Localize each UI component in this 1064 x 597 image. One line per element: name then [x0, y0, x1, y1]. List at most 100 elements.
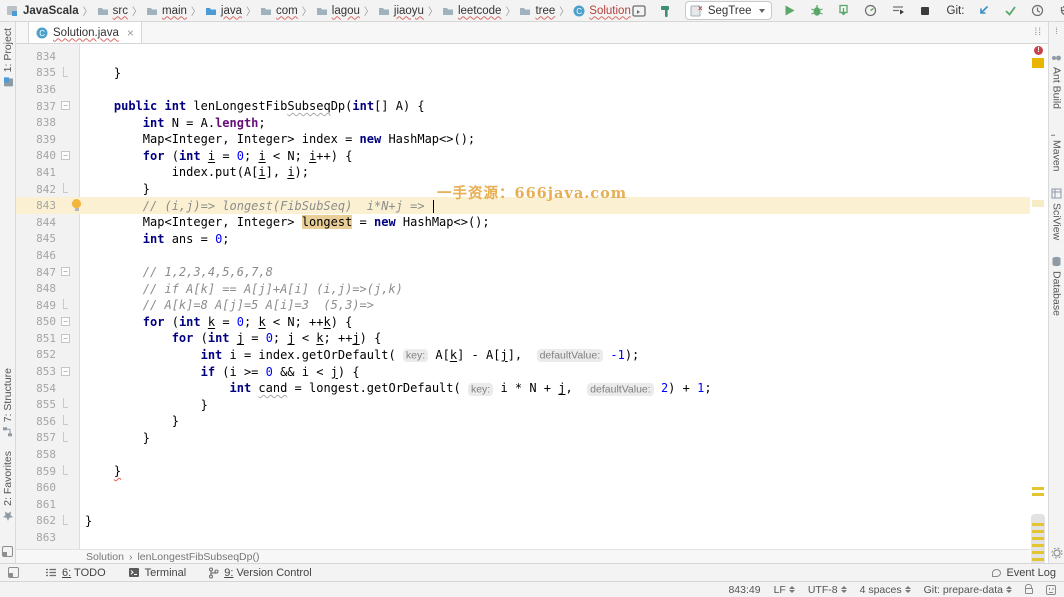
history-icon[interactable] [1028, 2, 1046, 20]
breadcrumb-item-com[interactable]: com [260, 5, 298, 17]
code-line-843[interactable]: 843 // (i,j)=> longest(FibSubSeq) i*N+j … [16, 197, 1030, 214]
line-number[interactable]: 842 [16, 183, 56, 196]
code-line-857[interactable]: 857 } [16, 430, 1030, 447]
fold-marker-icon[interactable]: − [61, 101, 70, 110]
fold-end-icon[interactable] [63, 398, 68, 408]
vcs-commit-icon[interactable] [1001, 2, 1019, 20]
stop-icon[interactable] [916, 2, 934, 20]
line-number[interactable]: 849 [16, 299, 56, 312]
line-number[interactable]: 852 [16, 348, 56, 361]
code-line-849[interactable]: 849 // A[k]=8 A[j]=5 A[i]=3 (5,3)=> [16, 297, 1030, 314]
code-line-839[interactable]: 839 Map<Integer, Integer> index = new Ha… [16, 131, 1030, 148]
build-hammer-icon[interactable] [658, 2, 676, 20]
line-number[interactable]: 862 [16, 514, 56, 527]
code-line-834[interactable]: 834 [16, 48, 1030, 65]
line-number[interactable]: 861 [16, 498, 56, 511]
breadcrumb-item-lagou[interactable]: lagou [316, 5, 360, 17]
tool-window-button-maven[interactable]: mMaven [1051, 125, 1063, 172]
open-in-tool-window-icon[interactable] [631, 2, 649, 20]
line-number[interactable]: 854 [16, 382, 56, 395]
code-line-852[interactable]: 852 int i = index.getOrDefault( key: A[k… [16, 347, 1030, 364]
tool-window-button-9-version-control[interactable]: 9: Version Control [208, 567, 311, 579]
readonly-lock-icon[interactable] [1025, 588, 1033, 594]
code-line-850[interactable]: 850− for (int k = 0; k < N; ++k) { [16, 314, 1030, 331]
tool-window-button-7-structure[interactable]: 7: Structure [2, 368, 14, 437]
fold-marker-icon[interactable]: − [61, 367, 70, 376]
code-line-835[interactable]: 835 } [16, 65, 1030, 82]
editor[interactable]: 834 835 }836 837− public int lenLongestFib… [16, 44, 1030, 549]
breadcrumb-item-leetcode[interactable]: leetcode [442, 5, 501, 17]
line-number[interactable]: 848 [16, 282, 56, 295]
line-number[interactable]: 838 [16, 116, 56, 129]
breadcrumb-item-jiaoyu[interactable]: jiaoyu [378, 5, 424, 17]
event-log-button[interactable]: Event Log [992, 567, 1056, 579]
fold-end-icon[interactable] [63, 465, 68, 475]
code-line-840[interactable]: 840− for (int i = 0; i < N; i++) { [16, 148, 1030, 165]
run-icon[interactable] [781, 2, 799, 20]
code-line-851[interactable]: 851− for (int j = 0; j < k; ++j) { [16, 330, 1030, 347]
profiler-icon[interactable] [862, 2, 880, 20]
fold-end-icon[interactable] [63, 415, 68, 425]
code-line-837[interactable]: 837− public int lenLongestFibSubseqDp(in… [16, 98, 1030, 115]
rollback-icon[interactable] [1055, 2, 1064, 20]
vcs-update-icon[interactable] [974, 2, 992, 20]
run-targets-icon[interactable] [889, 2, 907, 20]
code-line-841[interactable]: 841 index.put(A[i], i); [16, 164, 1030, 181]
fold-end-icon[interactable] [63, 299, 68, 309]
fold-marker-icon[interactable]: − [61, 334, 70, 343]
breadcrumb-item-tree[interactable]: tree [519, 5, 555, 17]
line-number[interactable]: 835 [16, 66, 56, 79]
code-line-859[interactable]: 859 } [16, 463, 1030, 480]
editor-breadcrumb-item[interactable]: Solution [86, 551, 124, 563]
fold-marker-icon[interactable]: − [61, 151, 70, 160]
code-line-855[interactable]: 855 } [16, 396, 1030, 413]
tool-window-button-6-todo[interactable]: 6: TODO [45, 567, 106, 579]
breadcrumb-item-javascala[interactable]: JavaScala [6, 4, 79, 17]
tool-window-button-ant-build[interactable]: Ant Build [1051, 52, 1063, 109]
line-number[interactable]: 837 [16, 100, 56, 113]
line-number[interactable]: 850 [16, 315, 56, 328]
code-line-848[interactable]: 848 // if A[k] == A[j]+A[i] (i,j)=>(j,k) [16, 280, 1030, 297]
coverage-icon[interactable] [835, 2, 853, 20]
close-icon[interactable]: × [127, 26, 134, 40]
line-number[interactable]: 844 [16, 216, 56, 229]
fold-marker-icon[interactable]: − [61, 317, 70, 326]
line-number[interactable]: 845 [16, 232, 56, 245]
line-number[interactable]: 836 [16, 83, 56, 96]
code-line-846[interactable]: 846 [16, 247, 1030, 264]
line-number[interactable]: 853 [16, 365, 56, 378]
hector-inspector-icon[interactable] [1046, 585, 1056, 595]
git-branch-widget[interactable]: Git: prepare-data [924, 584, 1012, 596]
code-line-860[interactable]: 860 [16, 479, 1030, 496]
code-line-856[interactable]: 856 } [16, 413, 1030, 430]
code-line-861[interactable]: 861 [16, 496, 1030, 513]
warnings-indicator-icon[interactable] [1032, 58, 1044, 68]
line-number[interactable]: 843 [16, 199, 56, 212]
tool-window-button-terminal[interactable]: Terminal [128, 567, 187, 579]
code-line-853[interactable]: 853− if (i >= 0 && i < j) { [16, 363, 1030, 380]
intention-bulb-icon[interactable] [72, 199, 81, 208]
code-line-842[interactable]: 842 } [16, 181, 1030, 198]
fold-end-icon[interactable] [63, 67, 68, 77]
run-configuration-select[interactable]: × SegTree [685, 1, 772, 20]
tool-window-button-1-project[interactable]: 1: Project [2, 28, 14, 88]
caret-position-widget[interactable]: 843:49 [728, 584, 760, 596]
line-number[interactable]: 855 [16, 398, 56, 411]
breadcrumb-item-src[interactable]: src [97, 5, 128, 17]
line-number[interactable]: 857 [16, 431, 56, 444]
fold-end-icon[interactable] [63, 515, 68, 525]
line-number[interactable]: 840 [16, 149, 56, 162]
code-line-838[interactable]: 838 int N = A.length; [16, 114, 1030, 131]
line-number[interactable]: 839 [16, 133, 56, 146]
line-separator-widget[interactable]: LF [774, 584, 795, 596]
tool-window-button-database[interactable]: Database [1051, 256, 1063, 316]
breadcrumb-item-java[interactable]: java [205, 5, 242, 17]
line-number[interactable]: 851 [16, 332, 56, 345]
line-number[interactable]: 847 [16, 266, 56, 279]
encoding-widget[interactable]: UTF-8 [808, 584, 847, 596]
tool-strip-options-icon[interactable]: ⁞ [1055, 26, 1058, 36]
tool-window-button-2-favorites[interactable]: 2: Favorites [2, 451, 14, 522]
tool-window-switcher-icon[interactable] [2, 546, 13, 557]
tool-window-switcher-icon[interactable] [8, 567, 19, 578]
line-number[interactable]: 834 [16, 50, 56, 63]
